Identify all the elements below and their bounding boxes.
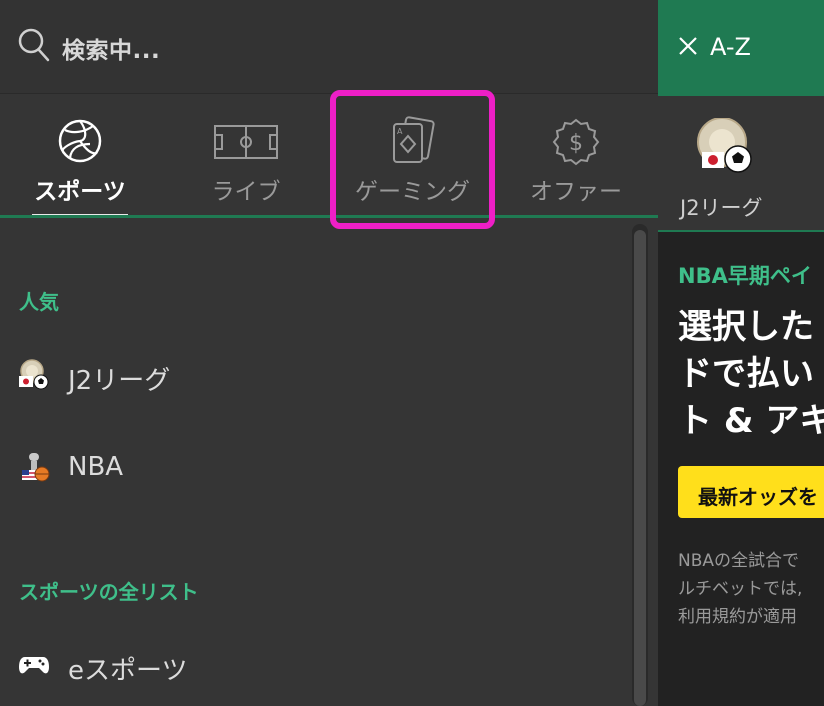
promo-headline: 選択した ドで払い ト & アキ [678, 304, 824, 445]
search-icon [18, 28, 50, 62]
featured-league[interactable]: J2リーグ [658, 96, 824, 232]
soccer-field-icon [214, 125, 278, 159]
promo-terms-line: NBAの全試合で [678, 551, 800, 571]
promo-terms-line: ルチベットでは, [678, 579, 803, 599]
az-header[interactable]: A-Z [658, 0, 824, 96]
promo-headline-line: ドで払い [678, 354, 814, 394]
tab-label: ライブ [211, 179, 281, 205]
section-title-all-sports: スポーツの全リスト [19, 580, 199, 604]
latest-odds-button[interactable]: 最新オッズを [678, 466, 824, 518]
dollar-badge-icon: $ [552, 118, 600, 166]
az-title: A-Z [710, 33, 751, 61]
tab-offers[interactable]: $ オファー [496, 94, 656, 218]
item-label: NBA [68, 452, 124, 482]
az-panel: A-Z J2リーグ NBA早期ペイ 選択した ドで払い ト & アキ 最新オッズ… [658, 0, 824, 706]
promo-kicker: NBA早期ペイ [678, 264, 812, 288]
tabs-divider [0, 215, 658, 218]
tab-live[interactable]: ライブ [166, 94, 326, 218]
sports-menu: 検索中... スポーツ ライブ A ゲーミング $ オファー 人気 J2リーグ … [0, 0, 658, 706]
volleyball-icon [58, 119, 102, 163]
latest-odds-button-label: 最新オッズを [698, 485, 818, 509]
gamepad-icon [19, 657, 49, 674]
promo-headline-line: ト & アキ [678, 401, 824, 441]
j2-league-icon [697, 118, 752, 173]
promo-headline-line: 選択した [678, 307, 814, 347]
list-item-esports[interactable]: eスポーツ [18, 644, 618, 686]
promo-terms-line: 利用規約が適用 [678, 607, 797, 627]
tab-label: オファー [530, 179, 622, 205]
menu-tabs: スポーツ ライブ A ゲーミング $ オファー [0, 94, 658, 220]
j2-league-icon [19, 359, 49, 390]
svg-text:$: $ [569, 131, 583, 156]
search-input[interactable]: 検索中... [62, 31, 160, 65]
search-bar[interactable]: 検索中... [0, 0, 658, 94]
item-label: eスポーツ [68, 656, 188, 686]
list-item-j2-league[interactable]: J2リーグ [18, 354, 618, 396]
section-title-popular: 人気 [19, 290, 59, 314]
tab-label: スポーツ [34, 179, 126, 205]
item-label: J2リーグ [68, 366, 171, 396]
highlight-annotation [330, 90, 495, 229]
scrollbar-thumb[interactable] [634, 230, 646, 706]
nba-icon [22, 453, 50, 482]
list-item-nba[interactable]: NBA [18, 446, 618, 486]
tab-sports[interactable]: スポーツ [0, 94, 160, 218]
close-icon[interactable] [678, 36, 698, 56]
featured-league-label: J2リーグ [680, 196, 763, 220]
